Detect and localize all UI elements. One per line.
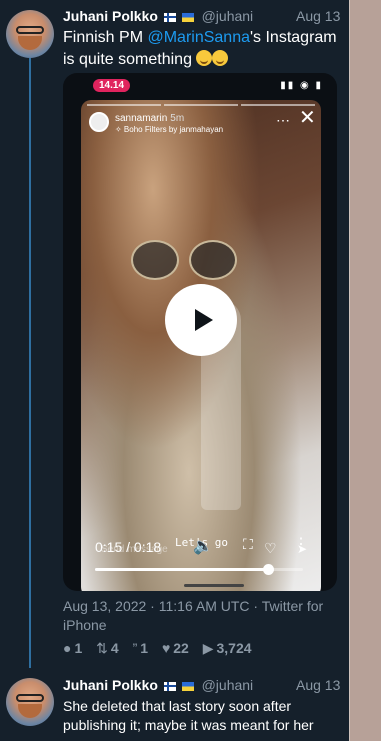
play-button[interactable] [165,284,237,356]
quote-icon: ” [132,640,138,656]
tweet-header: Juhani Polkko @juhani [63,8,253,25]
sunglasses-graphic [131,240,241,282]
tweet-timestamp[interactable]: Aug 13, 2022 · 11:16 AM UTC · Twitter fo… [63,597,338,635]
story-age: 5m [170,113,185,124]
tweet-header: Juhani Polkko @juhani [63,677,253,694]
seek-progress [95,568,269,571]
ukraine-flag-icon [181,13,194,22]
story-filter-label: ✧ Boho Filters by janmahayan [115,125,224,134]
volume-icon[interactable]: 🔈 [193,536,213,556]
seek-bar[interactable] [95,564,303,575]
author-name[interactable]: Juhani Polkko [63,8,158,24]
phone-home-indicator [184,584,244,587]
flag-icons [162,9,194,25]
grinning-emoji-icon [196,50,213,66]
reply-icon: ● [63,640,72,656]
signal-wifi-battery-icon: ▮▮ ◉ ▮ [280,80,323,91]
story-progress-bars [87,104,315,106]
video-timecode: 0:15 / 0:18 [95,539,162,555]
tweet-text: She deleted that last story soon after p… [63,698,314,733]
mention-link[interactable]: @MarinSanna [147,29,250,46]
send-icon: ➤ [297,542,308,556]
more-horizontal-icon: ⋯ [276,112,290,128]
flag-icons [162,678,194,694]
phone-status-bar: 14.14 ▮▮ ◉ ▮ [83,79,323,95]
author-handle[interactable]: @juhani [202,8,254,24]
heart-icon: ♥ [161,640,171,656]
tweet-date[interactable]: Aug 13 [296,677,340,693]
finland-flag-icon [163,13,176,22]
heart-outline-icon: ♡ [264,540,277,556]
story-avatar [89,112,109,132]
thread-line [29,58,31,668]
retweet-icon: ⇅ [96,640,108,656]
tweet-stats: ● 1 ⇅ 4 ” 1 ♥ 22 ▶ 3,724 [63,640,262,657]
retweet-count[interactable]: ⇅ 4 [96,640,119,657]
tweet-text: Finnish PM @MarinSanna's Instagram is qu… [63,29,337,68]
play-icon [194,309,213,331]
views-play-icon: ▶ [202,640,214,656]
view-count[interactable]: ▶ 3,724 [203,640,252,657]
author-name[interactable]: Juhani Polkko [63,677,158,693]
ukraine-flag-icon [181,682,194,691]
author-handle[interactable]: @juhani [202,677,254,693]
close-icon: ✕ [299,107,316,129]
fullscreen-icon[interactable]: ⛶ [243,536,253,553]
video-controls: Send message 0:15 / 0:18 🔈 ⛶ ♡ ⋮ ➤ [63,530,337,580]
quote-count[interactable]: ” 1 [133,640,148,656]
story-username: sannamarin 5m [115,113,185,124]
reply-count[interactable]: ● 1 [63,640,82,656]
finland-flag-icon [163,682,176,691]
right-edge-strip [349,0,381,741]
like-count[interactable]: ♥ 22 [162,640,189,656]
seek-thumb[interactable] [263,564,275,575]
avatar[interactable] [6,678,54,726]
grinning-emoji-icon [212,50,229,66]
phone-time: 14.14 [93,79,131,92]
tweet-date[interactable]: Aug 13 [296,8,340,24]
avatar[interactable] [6,10,54,58]
